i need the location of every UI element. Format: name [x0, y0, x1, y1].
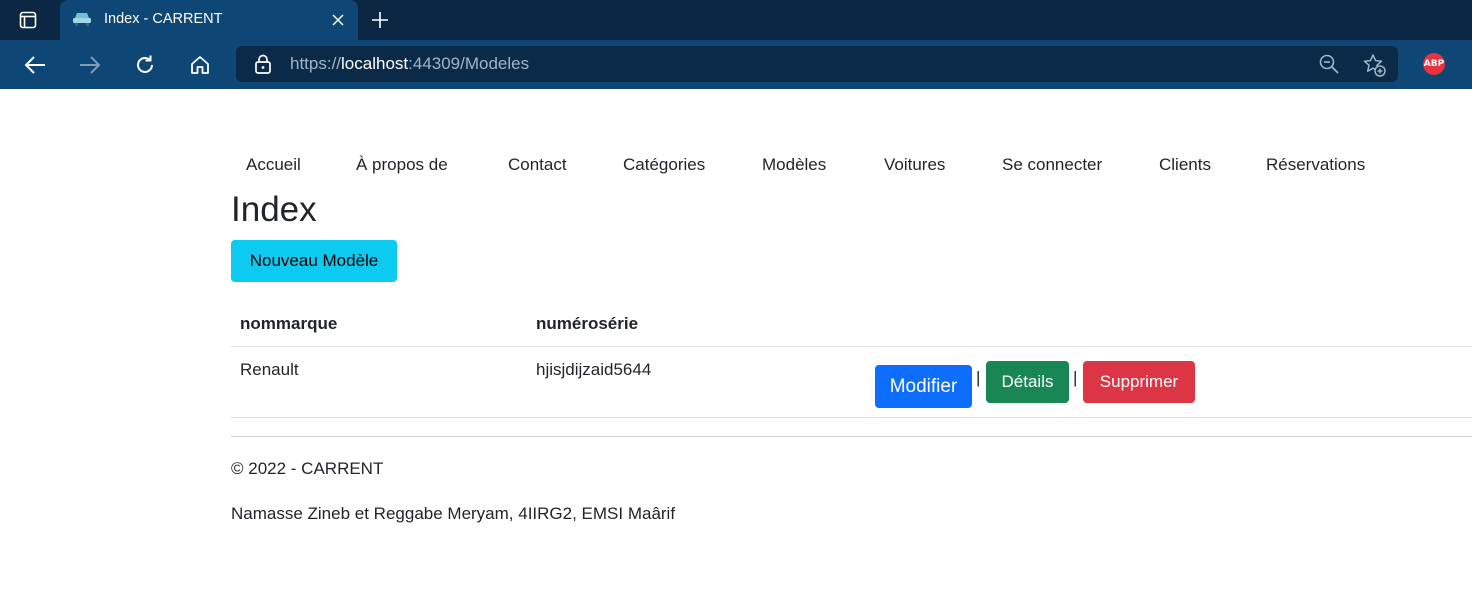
address-bar[interactable]: https://localhost:44309/Modeles [236, 46, 1398, 82]
forward-arrow-icon [75, 50, 105, 80]
delete-button[interactable]: Supprimer [1083, 361, 1195, 403]
new-model-button[interactable]: Nouveau Modèle [231, 240, 397, 282]
page-title: Index [231, 190, 317, 229]
zoom-out-icon[interactable] [1318, 53, 1340, 75]
table-row-divider [231, 417, 1472, 418]
adblock-plus-icon[interactable]: ABP [1423, 53, 1445, 75]
column-header-numeroserie: numérosérie [536, 314, 639, 333]
nav-item-accueil[interactable]: Accueil [246, 155, 301, 175]
action-separator: | [976, 368, 981, 387]
nav-item-modeles[interactable]: Modèles [762, 155, 826, 175]
column-header-nommarque: nommarque [240, 314, 338, 333]
home-icon[interactable] [185, 50, 215, 80]
active-tab[interactable]: Index - CARRENT [60, 0, 358, 40]
cell-numeroserie: hjisjdijzaid5644 [536, 360, 652, 379]
details-button[interactable]: Détails [986, 361, 1069, 403]
main-navigation: Accueil À propos de Contact Catégories M… [0, 155, 1472, 179]
table-header-divider [231, 346, 1472, 347]
refresh-icon[interactable] [130, 50, 160, 80]
tab-title: Index - CARRENT [104, 11, 223, 27]
footer-copyright: © 2022 - CARRENT [231, 459, 384, 478]
nav-item-se-connecter[interactable]: Se connecter [1002, 155, 1102, 175]
favorites-add-icon[interactable] [1362, 53, 1386, 77]
browser-tab-strip: Index - CARRENT [0, 0, 1472, 40]
nav-item-contact[interactable]: Contact [508, 155, 567, 175]
footer-divider [231, 436, 1472, 437]
cell-nommarque: Renault [240, 360, 299, 379]
nav-item-a-propos[interactable]: À propos de [356, 155, 448, 175]
back-arrow-icon[interactable] [20, 50, 50, 80]
close-icon[interactable] [328, 10, 348, 30]
lock-icon[interactable] [254, 54, 272, 74]
plus-icon[interactable] [368, 8, 392, 32]
browser-toolbar: https://localhost:44309/Modeles ABP [0, 40, 1472, 89]
tab-actions-icon[interactable] [14, 8, 42, 32]
footer-credits: Namasse Zineb et Reggabe Meryam, 4IIRG2,… [231, 504, 676, 523]
nav-item-voitures[interactable]: Voitures [884, 155, 945, 175]
page-content: Accueil À propos de Contact Catégories M… [0, 89, 1472, 596]
nav-item-reservations[interactable]: Réservations [1266, 155, 1365, 175]
edit-button[interactable]: Modifier [875, 365, 972, 408]
nav-item-clients[interactable]: Clients [1159, 155, 1211, 175]
nav-item-categories[interactable]: Catégories [623, 155, 705, 175]
url-text[interactable]: https://localhost:44309/Modeles [290, 54, 529, 74]
car-favicon-icon [72, 11, 92, 27]
action-separator: | [1073, 368, 1078, 387]
